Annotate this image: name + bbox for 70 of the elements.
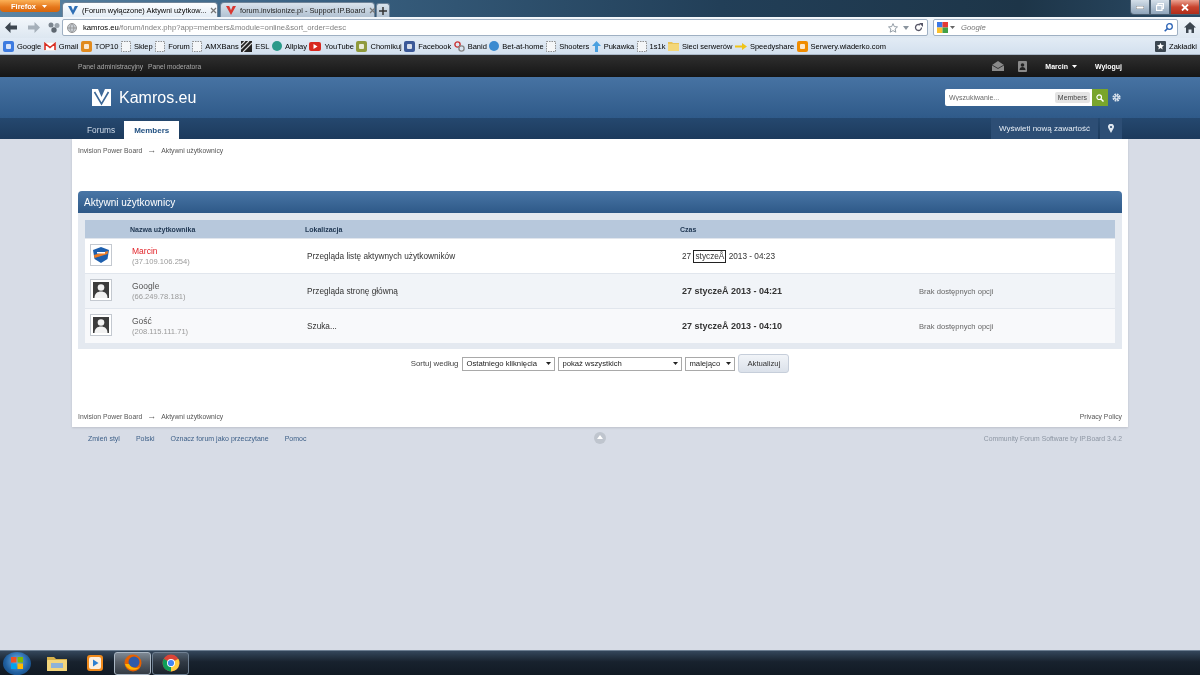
globe-icon (123, 654, 142, 672)
block-title: Aktywni użytkownicy (78, 191, 1122, 213)
close-icon[interactable] (369, 6, 377, 14)
breadcrumb-separator: → (147, 411, 157, 421)
caret-icon (42, 4, 47, 8)
avatar-silhouette-icon (90, 314, 112, 336)
caret-icon (1071, 64, 1077, 68)
blank-page-icon (120, 40, 131, 52)
minimize-button[interactable] (1130, 0, 1150, 15)
minimize-icon (1136, 5, 1144, 9)
chain-icon (453, 40, 465, 52)
caret-icon (673, 362, 679, 365)
search-icon (1096, 93, 1104, 102)
search-button[interactable] (1092, 89, 1108, 106)
blank-page-icon (546, 40, 557, 52)
start-button[interactable] (3, 651, 31, 675)
globe-icon (67, 22, 77, 33)
blank-page-icon (155, 40, 166, 52)
home-icon[interactable] (1184, 22, 1196, 33)
v-logo-icon (92, 89, 111, 106)
avatar-silhouette-icon (90, 279, 112, 301)
location-text: Przegląda listę aktywnych użytkowników (307, 251, 456, 261)
search-icon[interactable] (1164, 23, 1173, 32)
caret-icon (950, 26, 955, 29)
visit-time: 27 styczeÅ 2013 - 04:10 (682, 321, 783, 331)
back-icon[interactable] (5, 22, 17, 33)
envelope-icon (43, 41, 56, 51)
blank-page-icon (636, 40, 647, 52)
close-icon (1181, 3, 1189, 11)
close-icon[interactable] (210, 6, 218, 14)
person-card-icon[interactable] (1018, 60, 1028, 72)
member-name[interactable]: Marcin (132, 246, 158, 256)
caret-icon (726, 362, 732, 365)
wheel-icon (161, 654, 180, 672)
member-name[interactable]: Gość (132, 316, 152, 326)
visit-time: 27 styczeÅ 2013 - 04:21 (682, 286, 783, 296)
plus-icon (379, 6, 387, 15)
play-icon (86, 655, 103, 671)
circles-icon[interactable] (48, 22, 60, 33)
dropdown-icon[interactable] (903, 25, 909, 30)
nav-tab[interactable]: Forums (78, 121, 125, 139)
site-title: Kamros.eu (119, 88, 197, 107)
blank-page-icon (192, 40, 203, 52)
nav-tab[interactable]: Members (124, 121, 180, 139)
flag-icon (11, 657, 23, 669)
reload-icon[interactable] (914, 23, 923, 32)
map-pin-icon[interactable] (1108, 124, 1114, 133)
location-text: Przegląda stronę główną (307, 286, 398, 296)
breadcrumb-separator: → (147, 145, 157, 155)
taskbar-button[interactable] (152, 651, 189, 675)
restore-button[interactable] (1150, 0, 1170, 15)
star-tile-icon (1155, 40, 1167, 52)
envelope-icon[interactable] (992, 61, 1005, 71)
play-icon (309, 41, 322, 51)
color-squares-icon (937, 22, 948, 33)
location-text: Szuka... (307, 321, 337, 331)
star-icon[interactable] (888, 22, 898, 33)
new-content-button[interactable]: Wyświetl nową zawartość (990, 118, 1098, 139)
new-tab-button[interactable] (376, 3, 390, 17)
settings-icon[interactable] (1112, 93, 1121, 102)
member-name[interactable]: Google (132, 281, 160, 291)
folder-icon (667, 41, 679, 51)
taskbar-button[interactable] (114, 651, 151, 675)
caret-icon (546, 362, 552, 365)
visit-time: 27 styczeÅ 2013 - 04:23 (682, 249, 775, 263)
folder-icon (46, 655, 67, 671)
striped-tile-icon (241, 40, 253, 52)
shield-icon (90, 244, 112, 266)
close-button[interactable] (1170, 0, 1200, 15)
restore-icon (1156, 3, 1164, 11)
